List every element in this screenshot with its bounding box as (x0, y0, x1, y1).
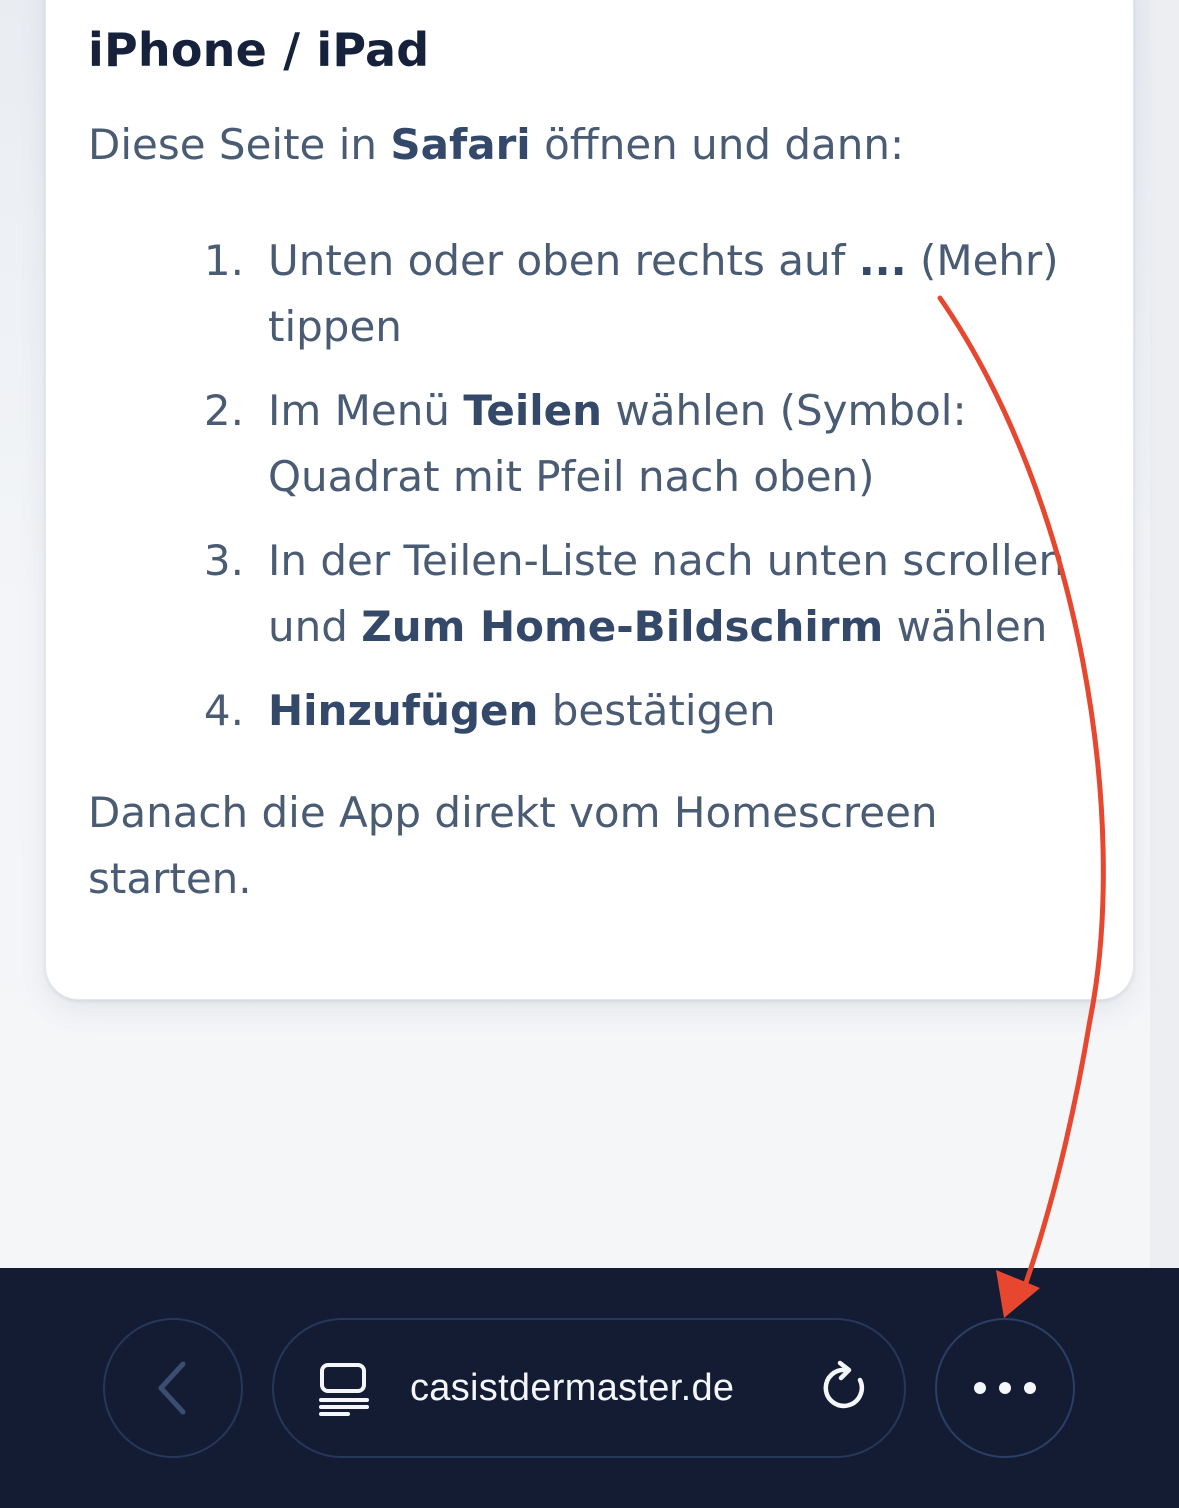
step-3-line-1: In der Teilen-Liste nach unten scrollen (268, 536, 1066, 585)
outro-line-2: starten. (88, 854, 252, 903)
step-3: 3. In der Teilen-Liste nach unten scroll… (200, 528, 1100, 660)
step-1: 1. Unten oder oben rechts auf ... (Mehr)… (200, 228, 1100, 360)
page-edge-strip (1150, 0, 1179, 1268)
intro-after: öffnen und dann: (530, 120, 905, 169)
ellipsis-icon (974, 1382, 1036, 1394)
step-bold: Teilen (463, 386, 603, 435)
step-text: wählen (883, 602, 1048, 651)
step-number: 2. (203, 386, 244, 435)
back-button[interactable] (103, 1318, 243, 1458)
step-text: wählen (Symbol: (602, 386, 967, 435)
step-4-line-1: Hinzufügen bestätigen (268, 678, 1100, 744)
step-2-line-1: Im Menü Teilen wählen (Symbol: (268, 378, 1100, 444)
intro-before: Diese Seite in (88, 120, 391, 169)
chevron-left-icon (158, 1361, 186, 1415)
step-4: 4. Hinzufügen bestätigen (200, 678, 1100, 744)
step-number: 4. (203, 686, 244, 735)
step-text: bestätigen (538, 686, 776, 735)
step-number: 3. (203, 536, 244, 585)
reload-icon[interactable] (818, 1360, 874, 1416)
outro-text: Danach die App direkt vom Homescreen sta… (88, 780, 938, 912)
step-text: Im Menü (268, 386, 464, 435)
step-1-line-1: Unten oder oben rechts auf ... (Mehr) (268, 228, 1100, 294)
safari-bottom-toolbar: casistdermaster.de (0, 1268, 1179, 1508)
address-bar[interactable]: casistdermaster.de (272, 1318, 906, 1458)
step-bold: Zum Home-Bildschirm (361, 602, 884, 651)
step-3-line-2: und Zum Home-Bildschirm wählen (268, 594, 1100, 660)
card-title: iPhone / iPad (88, 23, 430, 77)
step-2-line-2: Quadrat mit Pfeil nach oben) (268, 452, 875, 501)
more-button[interactable] (935, 1318, 1075, 1458)
step-text: Unten oder oben rechts auf (268, 236, 859, 285)
step-2: 2. Im Menü Teilen wählen (Symbol: Quadra… (200, 378, 1100, 510)
step-text: (Mehr) (906, 236, 1059, 285)
outro-line-1: Danach die App direkt vom Homescreen (88, 788, 938, 837)
intro-text: Diese Seite in Safari öffnen und dann: (88, 116, 904, 174)
steps-list: 1. Unten oder oben rechts auf ... (Mehr)… (200, 228, 1100, 762)
step-text: und (268, 602, 362, 651)
url-text[interactable]: casistdermaster.de (410, 1320, 734, 1456)
step-1-line-2: tippen (268, 302, 402, 351)
step-bold: Hinzufügen (268, 686, 539, 735)
step-number: 1. (203, 236, 244, 285)
step-bold: ... (858, 236, 907, 285)
intro-safari: Safari (390, 120, 531, 169)
reader-view-icon[interactable] (318, 1362, 370, 1416)
